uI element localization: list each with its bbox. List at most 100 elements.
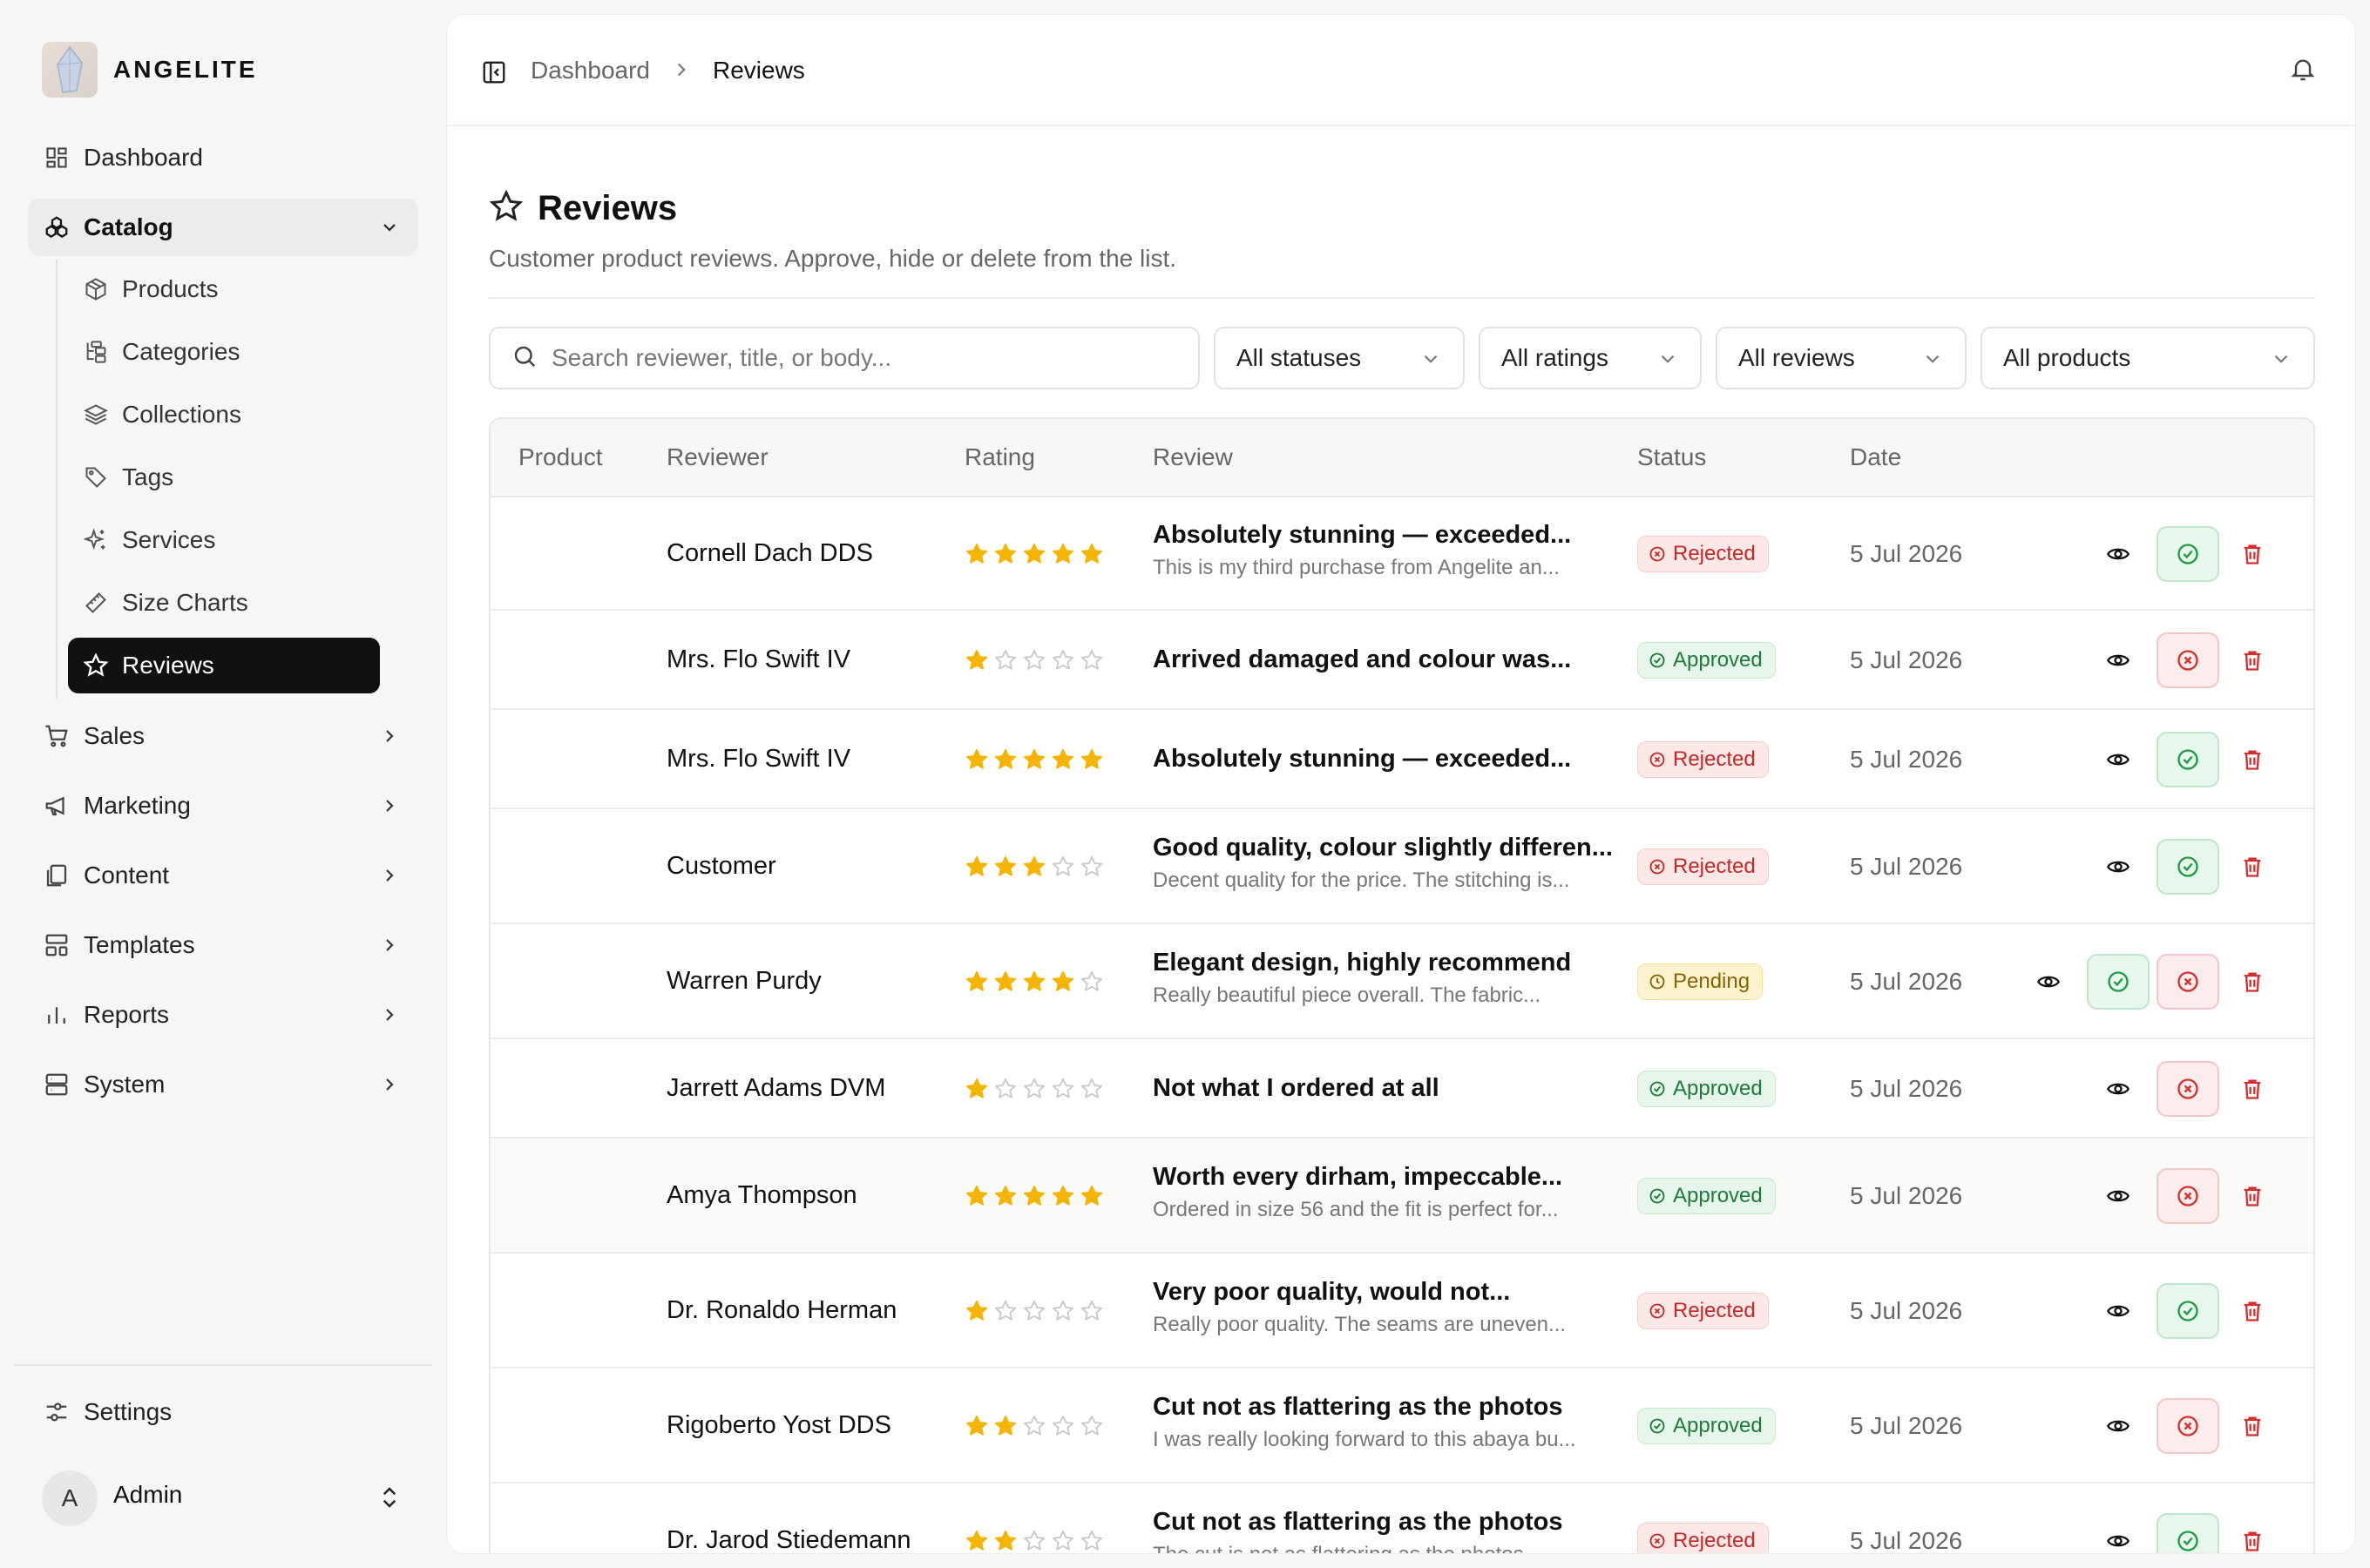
table-row[interactable]: Cornell Dach DDS Absolutely stunning — ex… xyxy=(491,497,2313,611)
review-title[interactable]: Very poor quality, would not... xyxy=(1153,1278,1510,1307)
col-status[interactable]: Status xyxy=(1637,443,1706,471)
delete-button[interactable] xyxy=(2233,732,2272,787)
table-row[interactable]: Dr. Ronaldo Herman Very poor quality, wou… xyxy=(491,1254,2313,1369)
col-rating[interactable]: Rating xyxy=(965,443,1035,471)
review-title[interactable]: Cut not as flattering as the photos xyxy=(1153,1393,1562,1422)
review-title[interactable]: Elegant design, highly recommend xyxy=(1153,949,1571,977)
view-button[interactable] xyxy=(2097,1513,2139,1553)
approve-button[interactable] xyxy=(2157,1513,2219,1553)
nav-system[interactable]: System xyxy=(28,1056,418,1113)
view-button[interactable] xyxy=(2097,839,2139,895)
reject-button[interactable] xyxy=(2157,1398,2219,1454)
sidebar-item-reviews[interactable]: Reviews xyxy=(68,638,380,693)
eye-icon xyxy=(2107,1420,2130,1432)
sidebar-divider xyxy=(14,1364,432,1366)
sidebar-item-services[interactable]: Services xyxy=(68,512,380,568)
col-product[interactable]: Product xyxy=(518,443,603,471)
star-rating xyxy=(965,970,1104,994)
table-row[interactable]: Jarrett Adams DVM Not what I ordered at a… xyxy=(491,1039,2313,1139)
view-button[interactable] xyxy=(2097,526,2139,582)
delete-button[interactable] xyxy=(2233,954,2272,1010)
files-icon xyxy=(42,861,71,890)
view-button[interactable] xyxy=(2097,1398,2139,1454)
trash-icon xyxy=(2244,1079,2261,1099)
review-title[interactable]: Arrived damaged and colour was... xyxy=(1153,645,1571,674)
reject-button[interactable] xyxy=(2157,1168,2219,1224)
table-row[interactable]: Warren Purdy Elegant design, highly recom… xyxy=(491,924,2313,1039)
reject-button[interactable] xyxy=(2157,1061,2219,1117)
rating-filter-select[interactable]: All ratings xyxy=(1479,327,1702,389)
sidebar-toggle-icon[interactable] xyxy=(478,57,510,88)
view-button[interactable] xyxy=(2097,732,2139,787)
delete-button[interactable] xyxy=(2233,839,2272,895)
star-empty-icon xyxy=(1052,649,1074,670)
delete-button[interactable] xyxy=(2233,1513,2272,1553)
table-row[interactable]: Dr. Jarod Stiedemann Cut not as flatterin… xyxy=(491,1484,2313,1553)
chevrons-up-down-icon[interactable] xyxy=(376,1484,404,1512)
bell-icon[interactable] xyxy=(2289,55,2320,86)
reviews-filter-select[interactable]: All reviews xyxy=(1716,327,1967,389)
col-reviewer[interactable]: Reviewer xyxy=(667,443,769,471)
sidebar-item-products[interactable]: Products xyxy=(68,261,380,317)
avatar[interactable]: A xyxy=(42,1470,98,1526)
review-title[interactable]: Absolutely stunning — exceeded... xyxy=(1153,521,1571,550)
sidebar-item-size-charts[interactable]: Size Charts xyxy=(68,575,380,631)
review-title[interactable]: Cut not as flattering as the photos xyxy=(1153,1508,1562,1537)
approve-button[interactable] xyxy=(2087,954,2150,1010)
nav-settings[interactable]: Settings xyxy=(28,1383,418,1441)
delete-button[interactable] xyxy=(2233,1168,2272,1224)
approve-button[interactable] xyxy=(2157,1283,2219,1339)
table-row[interactable]: Mrs. Flo Swift IV Absolutely stunning — e… xyxy=(491,710,2313,809)
star-filled-icon xyxy=(994,748,1017,769)
brand[interactable]: ANGELITE xyxy=(42,42,258,98)
nav-content[interactable]: Content xyxy=(28,847,418,904)
sidebar-item-tags[interactable]: Tags xyxy=(68,449,380,505)
breadcrumb-parent[interactable]: Dashboard xyxy=(531,57,650,84)
delete-button[interactable] xyxy=(2233,1398,2272,1454)
nav-dashboard[interactable]: Dashboard xyxy=(28,129,418,186)
nav-marketing[interactable]: Marketing xyxy=(28,777,418,835)
sidebar: ANGELITE Dashboard Catalog Products Cate… xyxy=(0,0,444,1568)
view-button[interactable] xyxy=(2028,954,2069,1010)
col-date[interactable]: Date xyxy=(1850,443,1901,471)
x-circle-icon xyxy=(2177,971,2198,992)
delete-button[interactable] xyxy=(2233,526,2272,582)
table-row[interactable]: Mrs. Flo Swift IV Arrived damaged and col… xyxy=(491,611,2313,710)
star-filled-icon xyxy=(1052,1185,1074,1206)
reject-button[interactable] xyxy=(2157,954,2219,1010)
nav-sales[interactable]: Sales xyxy=(28,707,418,765)
col-review[interactable]: Review xyxy=(1153,443,1233,471)
delete-button[interactable] xyxy=(2233,632,2272,688)
table-row[interactable]: Amya Thompson Worth every dirham, impecca… xyxy=(491,1139,2313,1254)
sidebar-item-collections[interactable]: Collections xyxy=(68,387,380,443)
status-filter-select[interactable]: All statuses xyxy=(1214,327,1465,389)
review-title[interactable]: Not what I ordered at all xyxy=(1153,1074,1439,1103)
search-input[interactable] xyxy=(552,344,1161,372)
approve-button[interactable] xyxy=(2157,732,2219,787)
view-button[interactable] xyxy=(2097,1168,2139,1224)
nav-reports[interactable]: Reports xyxy=(28,986,418,1044)
approve-button[interactable] xyxy=(2157,839,2219,895)
view-button[interactable] xyxy=(2097,1061,2139,1117)
approve-button[interactable] xyxy=(2157,526,2219,582)
sidebar-item-categories[interactable]: Categories xyxy=(68,324,380,380)
search-box[interactable] xyxy=(489,327,1200,389)
view-button[interactable] xyxy=(2097,632,2139,688)
table-row[interactable]: Rigoberto Yost DDS Cut not as flattering … xyxy=(491,1369,2313,1484)
review-title[interactable]: Absolutely stunning — exceeded... xyxy=(1153,745,1571,774)
delete-button[interactable] xyxy=(2233,1283,2272,1339)
x-circle-icon xyxy=(1649,546,1665,562)
nav-templates[interactable]: Templates xyxy=(28,916,418,974)
nav-catalog[interactable]: Catalog xyxy=(28,199,418,256)
breadcrumb-current: Reviews xyxy=(713,57,805,84)
review-title[interactable]: Worth every dirham, impeccable... xyxy=(1153,1163,1562,1192)
view-button[interactable] xyxy=(2097,1283,2139,1339)
review-title[interactable]: Good quality, colour slightly differen..… xyxy=(1153,834,1613,862)
delete-button[interactable] xyxy=(2233,1061,2272,1117)
bar-chart-icon xyxy=(42,1000,71,1030)
reject-button[interactable] xyxy=(2157,632,2219,688)
user-name[interactable]: Admin xyxy=(113,1481,182,1509)
products-filter-select[interactable]: All products xyxy=(1981,327,2315,389)
table-row[interactable]: Customer Good quality, colour slightly di… xyxy=(491,809,2313,924)
status-label: Rejected xyxy=(1673,1529,1756,1552)
